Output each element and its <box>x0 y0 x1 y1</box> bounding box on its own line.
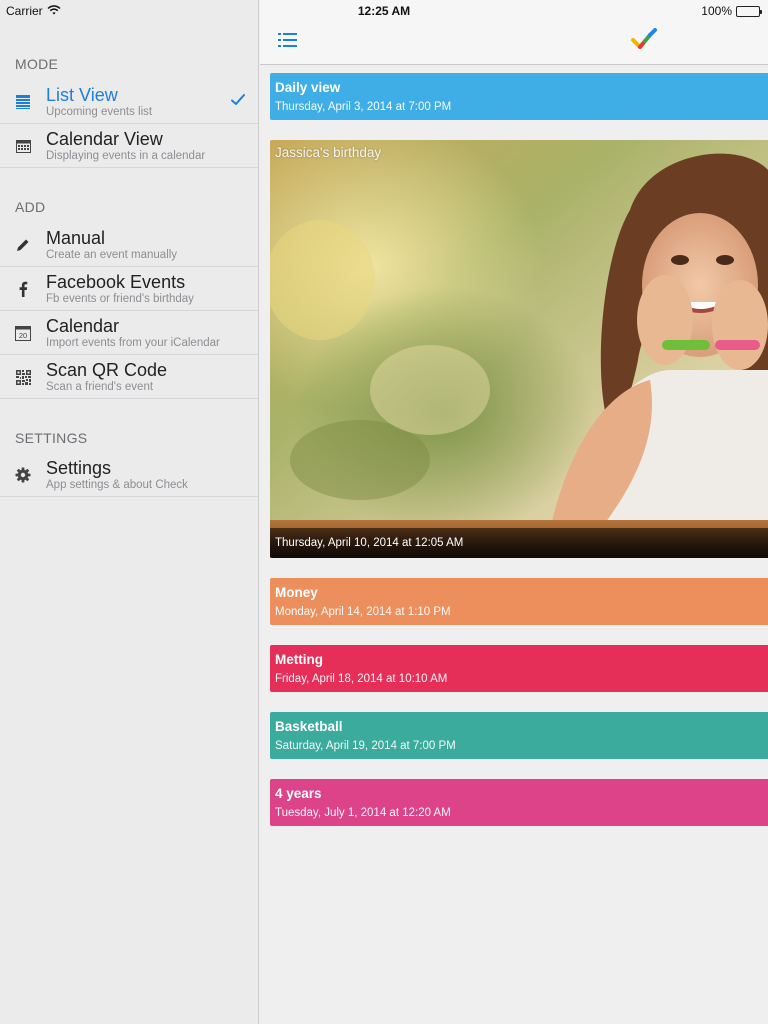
menu-list-icon[interactable] <box>278 32 298 50</box>
calendar-grid-icon <box>14 137 32 155</box>
battery-icon <box>736 5 762 17</box>
event-card-metting[interactable]: Metting Friday, April 18, 2014 at 10:10 … <box>270 645 768 692</box>
sidebar-item-label: Manual <box>46 228 106 248</box>
sidebar-item-label: Scan QR Code <box>46 360 168 380</box>
sidebar-item-subtitle: Upcoming events list <box>46 106 153 118</box>
section-header-mode: MODE <box>15 56 59 72</box>
clock: 12:25 AM <box>357 4 411 18</box>
battery-percent: 100% <box>701 4 732 18</box>
sidebar-item-subtitle: Scan a friend's event <box>46 381 154 393</box>
event-title: Metting <box>275 652 323 667</box>
section-header-settings: SETTINGS <box>15 430 88 446</box>
sidebar-item-manual[interactable]: Manual Create an event manually <box>0 223 258 267</box>
event-title: 4 years <box>275 786 322 801</box>
checkmark-icon <box>230 92 246 108</box>
event-date: Thursday, April 3, 2014 at 7:00 PM <box>275 101 452 113</box>
event-photo <box>270 140 768 558</box>
sidebar-item-subtitle: Create an event manually <box>46 249 178 261</box>
event-date: Friday, April 18, 2014 at 10:10 AM <box>275 673 448 685</box>
sidebar-item-label: List View <box>46 85 118 105</box>
sidebar-item-list-view[interactable]: List View Upcoming events list <box>0 80 258 124</box>
event-title: Jassica's birthday <box>275 145 382 160</box>
sidebar-item-label: Settings <box>46 458 112 478</box>
sidebar-item-calendar-view[interactable]: Calendar View Displaying events in a cal… <box>0 124 258 168</box>
event-card-money[interactable]: Money Monday, April 14, 2014 at 1:10 PM <box>270 578 768 625</box>
check-logo-icon <box>630 28 660 52</box>
sidebar-item-facebook-events[interactable]: Facebook Events Fb events or friend's bi… <box>0 267 258 311</box>
qr-code-icon <box>14 368 32 386</box>
list-icon <box>14 93 32 111</box>
sidebar-item-settings[interactable]: Settings App settings & about Check <box>0 453 258 497</box>
sidebar-item-label: Calendar <box>46 316 120 336</box>
event-card-basketball[interactable]: Basketball Saturday, April 19, 2014 at 7… <box>270 712 768 759</box>
sidebar-item-subtitle: Fb events or friend's birthday <box>46 293 194 305</box>
main-content: Daily view Thursday, April 3, 2014 at 7:… <box>260 0 768 1024</box>
sidebar-item-label: Facebook Events <box>46 272 186 292</box>
facebook-icon <box>14 280 32 298</box>
pencil-icon <box>14 236 32 254</box>
photo-date-bar: Thursday, April 10, 2014 at 12:05 AM <box>270 528 768 558</box>
sidebar-item-calendar[interactable]: 20 Calendar Import events from your iCal… <box>0 311 258 355</box>
event-title: Money <box>275 585 318 600</box>
sidebar-item-subtitle: Import events from your iCalendar <box>46 337 220 349</box>
event-date: Tuesday, July 1, 2014 at 12:20 AM <box>275 807 451 819</box>
event-card-4-years[interactable]: 4 years Tuesday, July 1, 2014 at 12:20 A… <box>270 779 768 826</box>
status-bar: Carrier 12:25 AM 100% <box>0 0 768 22</box>
sidebar-item-label: Calendar View <box>46 129 163 149</box>
battery-status: 100% <box>701 4 762 18</box>
event-title: Basketball <box>275 719 343 734</box>
event-date: Monday, April 14, 2014 at 1:10 PM <box>275 606 451 618</box>
sidebar-item-subtitle: App settings & about Check <box>46 479 188 491</box>
event-card-photo[interactable]: Jassica's birthday Thursday, April 10, 2… <box>270 140 768 558</box>
event-title: Daily view <box>275 80 341 95</box>
sidebar-item-subtitle: Displaying events in a calendar <box>46 150 206 162</box>
svg-text:20: 20 <box>19 331 27 340</box>
event-card-daily-view[interactable]: Daily view Thursday, April 3, 2014 at 7:… <box>270 73 768 120</box>
gear-icon <box>14 466 32 484</box>
event-date: Saturday, April 19, 2014 at 7:00 PM <box>275 740 456 752</box>
section-header-add: ADD <box>15 199 46 215</box>
sidebar: MODE List View Upcoming events list Cale… <box>0 0 259 1024</box>
sidebar-item-scan-qr-code[interactable]: Scan QR Code Scan a friend's event <box>0 355 258 399</box>
calendar-day-icon: 20 <box>14 324 32 342</box>
event-date: Thursday, April 10, 2014 at 12:05 AM <box>275 537 464 549</box>
